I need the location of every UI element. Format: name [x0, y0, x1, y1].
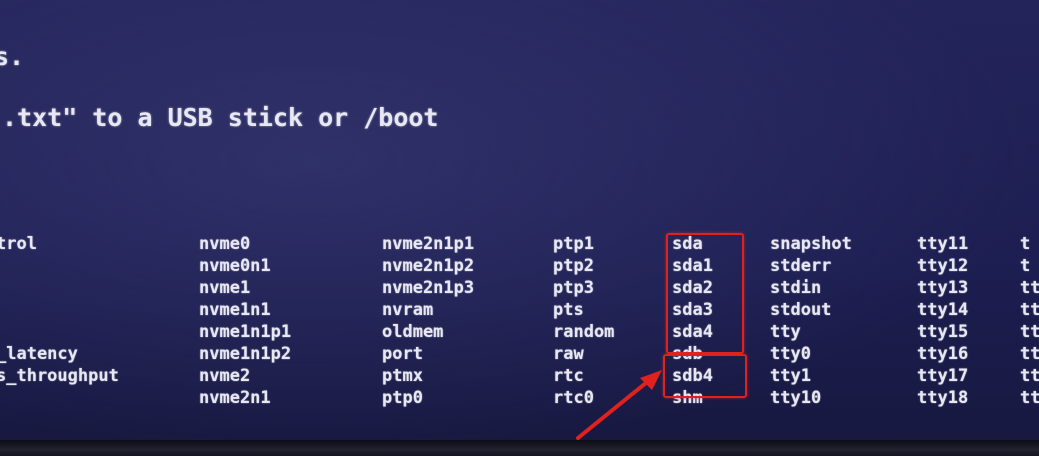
annotation-arrow: [576, 370, 662, 440]
monitor-bezel: [0, 440, 1039, 456]
terminal-screen: s. .txt" to a USB stick or /boot trol _la…: [0, 0, 1039, 440]
